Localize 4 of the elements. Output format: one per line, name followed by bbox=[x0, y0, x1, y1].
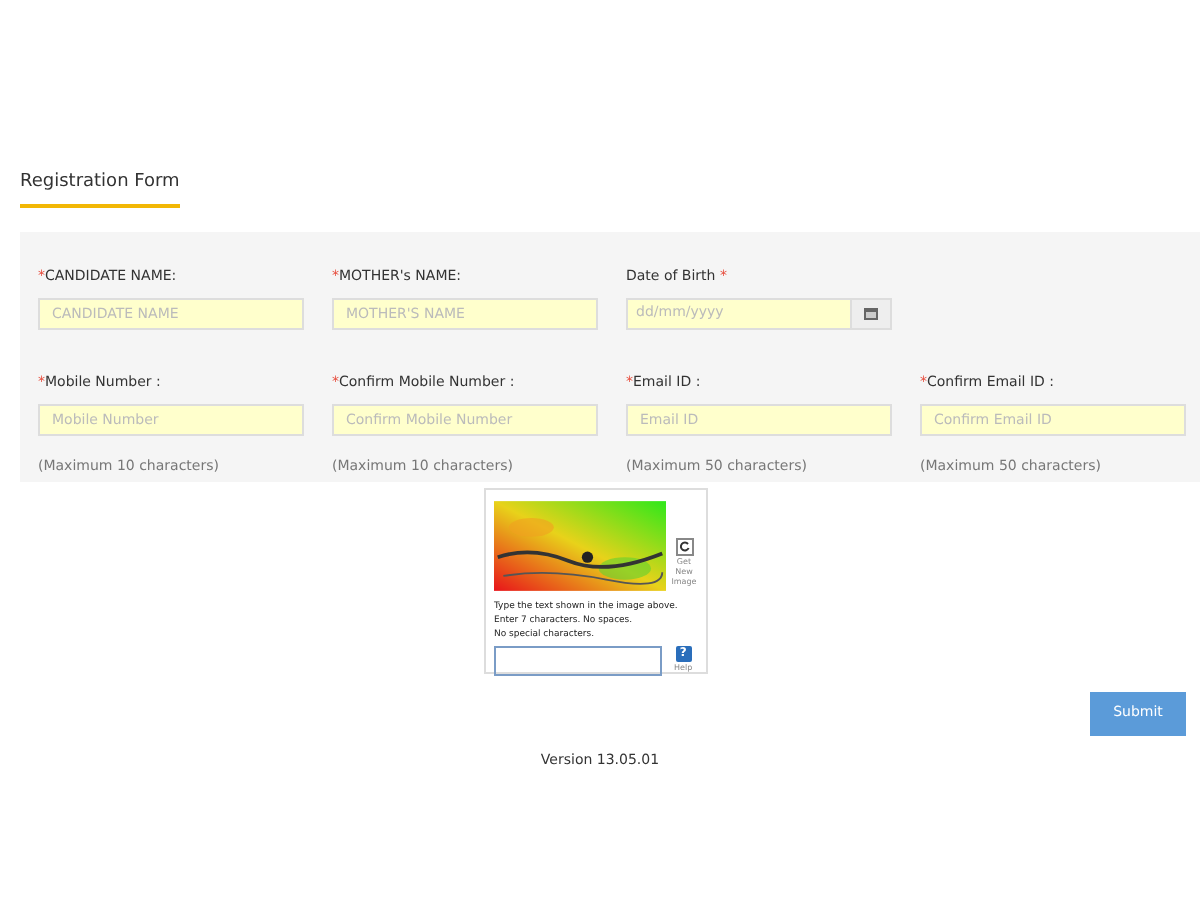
calendar-icon[interactable] bbox=[850, 299, 890, 327]
captcha-input[interactable] bbox=[494, 645, 662, 675]
refresh-icon[interactable] bbox=[675, 537, 693, 555]
form-title: Registration Form bbox=[20, 170, 180, 207]
